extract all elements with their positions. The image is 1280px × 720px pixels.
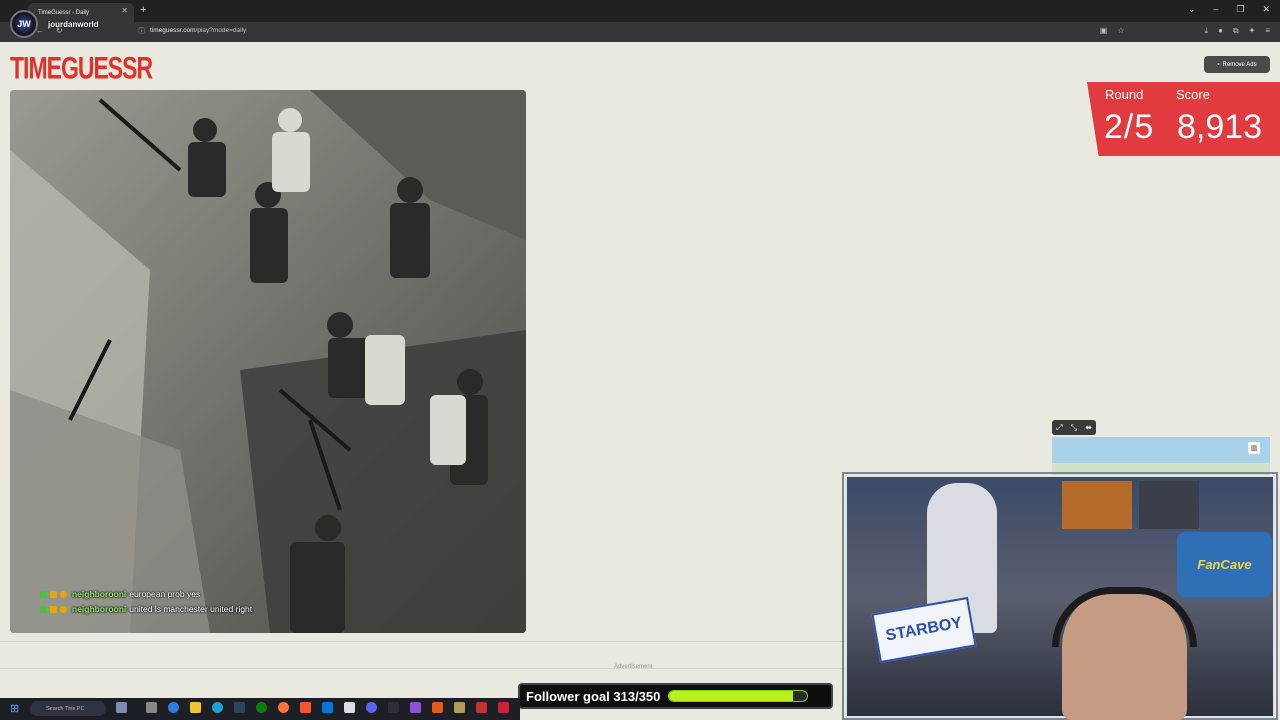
license-plate: STARBOY — [871, 596, 977, 664]
round-value: 2/5 — [1104, 108, 1155, 146]
bookmark-star-icon[interactable]: ☆ — [1117, 26, 1124, 36]
follower-goal: Follower goal 313/350 — [518, 683, 833, 709]
notepad-icon[interactable] — [344, 702, 355, 713]
chrome-icon[interactable] — [168, 702, 179, 713]
brave-icon[interactable] — [300, 702, 311, 713]
vscode-icon[interactable] — [322, 702, 333, 713]
badge-icon — [40, 605, 47, 613]
app-icon[interactable] — [410, 702, 421, 713]
steam-icon[interactable] — [234, 702, 245, 713]
url-text[interactable]: timeguessr.com/play?mode=daily — [150, 27, 246, 34]
new-tab-button[interactable]: + — [140, 4, 146, 16]
map-layers-icon[interactable]: ▥ — [1248, 442, 1260, 454]
chat-message: neighborooni european prob yes — [40, 589, 200, 599]
channel-avatar: JW — [10, 10, 38, 38]
poster — [1139, 481, 1199, 529]
url-host: timeguessr.com — [150, 27, 196, 34]
chat-text: united is manchester united right — [129, 604, 253, 614]
maximize-icon[interactable]: ❐ — [1236, 4, 1244, 15]
score-label: Score — [1176, 87, 1210, 102]
app-icon[interactable] — [476, 702, 487, 713]
discord-icon[interactable] — [366, 702, 377, 713]
follower-goal-fill — [669, 691, 793, 701]
map-shrink-icon[interactable]: ⤡ — [1071, 423, 1077, 433]
obs-icon[interactable] — [388, 702, 399, 713]
divider — [0, 641, 845, 642]
webcam-feed: FanCave STARBOY — [845, 475, 1275, 720]
chat-username: neighborooni — [72, 604, 127, 614]
divider — [0, 668, 845, 669]
headset-icon — [1052, 587, 1197, 647]
app-icon[interactable] — [432, 702, 443, 713]
extension-pin-icon[interactable]: ✦ — [1249, 26, 1256, 36]
menu-icon[interactable]: ≡ — [1265, 26, 1270, 36]
map-pin-icon[interactable]: ⬌ — [1085, 423, 1092, 432]
remove-ads-label: Remove Ads — [1222, 61, 1257, 68]
chat-username: neighborooni — [72, 589, 127, 599]
download-icon[interactable]: ⤓ — [1205, 26, 1209, 36]
browser-tab-bar — [0, 0, 1280, 22]
window-controls: ⌄ – ❐ ✕ — [1188, 4, 1270, 15]
tab-list-icon[interactable]: ⌄ — [1188, 4, 1196, 15]
minimize-icon[interactable]: – — [1213, 4, 1218, 15]
xbox-icon[interactable] — [256, 702, 267, 713]
app-icon[interactable] — [454, 702, 465, 713]
follower-goal-bar — [668, 690, 809, 702]
guess-map[interactable] — [1052, 437, 1270, 477]
file-explorer-icon[interactable] — [190, 702, 201, 713]
extensions-icon[interactable]: ⧉ — [1233, 26, 1239, 36]
poster — [1062, 481, 1132, 529]
badge-icon — [50, 590, 57, 598]
firefox-icon[interactable] — [278, 702, 289, 713]
taskbar-search[interactable]: Search This PC — [30, 701, 106, 716]
badge-icon — [60, 605, 67, 613]
close-window-icon[interactable]: ✕ — [1262, 4, 1270, 15]
score-value: 8,913 — [1177, 108, 1263, 146]
browser-toolbar-icons: ▣ ☆ ⤓ ● ⧉ ✦ ≡ — [1100, 26, 1270, 36]
reader-icon[interactable]: ▣ — [1100, 26, 1108, 36]
windows-start-icon[interactable]: ⊞ — [10, 702, 19, 715]
remove-ads-button[interactable]: ▪ Remove Ads — [1204, 56, 1270, 73]
follower-goal-label: Follower goal 313/350 — [526, 688, 661, 704]
task-view-icon[interactable] — [146, 702, 157, 713]
url-path: /play?mode=daily — [195, 27, 247, 34]
site-logo[interactable]: TIMEGUESSR — [10, 50, 153, 86]
badge-icon — [50, 605, 57, 613]
tab-title: TimeGuessr - Daily — [38, 9, 90, 16]
app-icon[interactable] — [498, 702, 509, 713]
profile-icon[interactable]: ● — [1218, 26, 1223, 36]
guess-photo[interactable] — [10, 90, 526, 633]
advertisement-label: Advertisement — [614, 664, 653, 670]
chat-text: european prob yes — [129, 589, 201, 599]
fancave-sign: FanCave — [1177, 532, 1272, 597]
map-expand-icon[interactable]: ⤢ — [1056, 423, 1062, 433]
channel-name: jourdanworld — [48, 20, 99, 29]
round-label: Round — [1105, 87, 1144, 102]
map-toolbar: ⤢ ⤡ ⬌ — [1052, 420, 1096, 435]
badge-icon — [40, 590, 47, 598]
site-info-icon[interactable]: ⓘ — [138, 26, 145, 36]
badge-icon — [60, 590, 67, 598]
edge-icon[interactable] — [212, 702, 223, 713]
ad-icon: ▪ — [1217, 61, 1220, 68]
chat-message: neighborooni united is manchester united… — [40, 604, 252, 614]
photo-image — [10, 90, 526, 633]
close-tab-icon[interactable]: ✕ — [121, 6, 128, 15]
weather-icon[interactable] — [116, 702, 127, 713]
